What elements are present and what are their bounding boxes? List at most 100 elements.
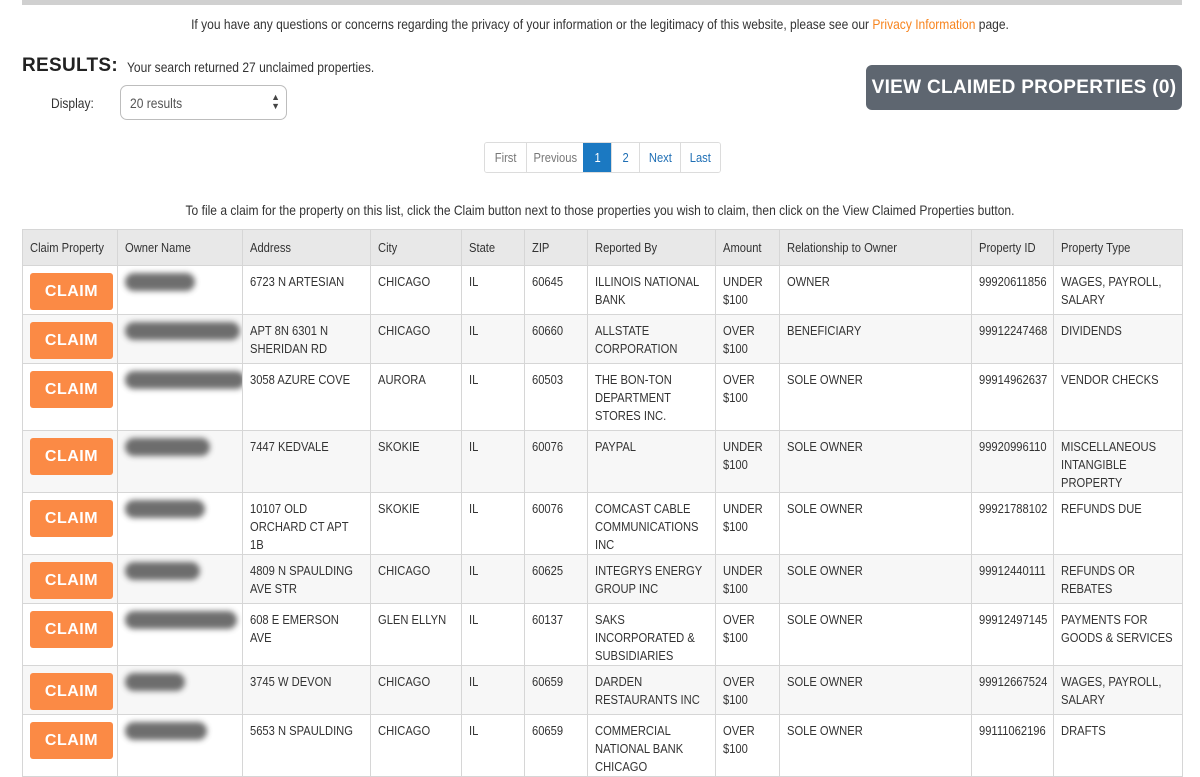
address-cell: 4809 N SPAULDING AVE STR: [242, 554, 371, 604]
claim-cell: CLAIM: [22, 603, 118, 666]
city-cell: CHICAGO: [370, 265, 462, 315]
claim-button[interactable]: CLAIM: [30, 500, 113, 537]
zip-cell: 60660: [524, 314, 588, 364]
page-2[interactable]: 2: [611, 143, 639, 172]
claim-button[interactable]: CLAIM: [30, 371, 113, 408]
page-next-label: Next: [648, 150, 672, 165]
claim-cell: CLAIM: [22, 714, 118, 777]
results-heading: RESULTS:: [22, 55, 118, 76]
owner-name-cell: [117, 714, 243, 777]
claim-button[interactable]: CLAIM: [30, 273, 113, 310]
amount-cell: UNDER $100: [715, 554, 780, 604]
claim-button[interactable]: CLAIM: [30, 438, 113, 475]
header-state: State: [461, 229, 525, 266]
amount-cell: OVER $100: [715, 603, 780, 666]
relationship-cell: SOLE OWNER: [779, 492, 972, 555]
privacy-information-link[interactable]: Privacy Information: [872, 16, 975, 32]
page-next[interactable]: Next: [639, 143, 680, 172]
reported-by-cell: COMCAST CABLE COMMUNICATIONS INC: [587, 492, 716, 555]
redacted-owner-name: [125, 500, 205, 518]
property-type-cell: VENDOR CHECKS: [1053, 363, 1183, 431]
table-row: CLAIM 7447 KEDVALE SKOKIE IL 60076 PAYPAL UNDE…: [22, 430, 1183, 493]
property-id-cell: 99920996110: [971, 430, 1054, 493]
address-cell: 3745 W DEVON: [242, 665, 371, 715]
view-claimed-properties-button[interactable]: VIEW CLAIMED PROPERTIES (0): [866, 65, 1182, 110]
state-cell: IL: [461, 492, 525, 555]
zip-cell: 60076: [524, 430, 588, 493]
relationship-cell: SOLE OWNER: [779, 665, 972, 715]
property-id-cell: 99912667524: [971, 665, 1054, 715]
zip-cell: 60659: [524, 665, 588, 715]
reported-by-cell: INTEGRYS ENERGY GROUP INC: [587, 554, 716, 604]
reported-by-cell: COMMERCIAL NATIONAL BANK CHICAGO: [587, 714, 716, 777]
claim-button[interactable]: CLAIM: [30, 611, 113, 648]
redacted-owner-name: [125, 722, 207, 740]
redacted-owner-name: [125, 673, 185, 691]
state-cell: IL: [461, 430, 525, 493]
claim-cell: CLAIM: [22, 430, 118, 493]
amount-cell: UNDER $100: [715, 265, 780, 315]
city-cell: CHICAGO: [370, 665, 462, 715]
header-reported-by: Reported By: [587, 229, 716, 266]
header-property-id: Property ID: [971, 229, 1054, 266]
amount-cell: UNDER $100: [715, 492, 780, 555]
city-cell: SKOKIE: [370, 492, 462, 555]
page-1[interactable]: 1: [583, 143, 611, 172]
claim-button[interactable]: CLAIM: [30, 562, 113, 599]
address-cell: 10107 OLD ORCHARD CT APT 1B: [242, 492, 371, 555]
page-1-label: 1: [594, 150, 601, 165]
address-cell: APT 8N 6301 N SHERIDAN RD: [242, 314, 371, 364]
city-cell: CHICAGO: [370, 554, 462, 604]
address-cell: 608 E EMERSON AVE: [242, 603, 371, 666]
header-claim-property: Claim Property: [22, 229, 118, 266]
property-id-cell: 99912247468: [971, 314, 1054, 364]
claim-instructions: To file a claim for the property on this…: [185, 202, 1015, 218]
page-previous[interactable]: Previous: [526, 143, 583, 172]
page-2-label: 2: [622, 150, 629, 165]
reported-by-cell: ALLSTATE CORPORATION: [587, 314, 716, 364]
address-cell: 3058 AZURE COVE: [242, 363, 371, 431]
property-id-cell: 99921788102: [971, 492, 1054, 555]
address-cell: 5653 N SPAULDING: [242, 714, 371, 777]
claim-button[interactable]: CLAIM: [30, 722, 113, 759]
amount-cell: OVER $100: [715, 363, 780, 431]
property-type-cell: MISCELLANEOUS INTANGIBLE PROPERTY: [1053, 430, 1183, 493]
reported-by-cell: SAKS INCORPORATED & SUBSIDIARIES: [587, 603, 716, 666]
zip-cell: 60137: [524, 603, 588, 666]
property-type-cell: REFUNDS OR REBATES: [1053, 554, 1183, 604]
header-property-type: Property Type: [1053, 229, 1183, 266]
property-type-cell: REFUNDS DUE: [1053, 492, 1183, 555]
display-label: Display:: [51, 95, 94, 111]
property-type-cell: DRAFTS: [1053, 714, 1183, 777]
claim-cell: CLAIM: [22, 265, 118, 315]
reported-by-cell: PAYPAL: [587, 430, 716, 493]
owner-name-cell: [117, 492, 243, 555]
claim-button[interactable]: CLAIM: [30, 673, 113, 710]
claim-button[interactable]: CLAIM: [30, 322, 113, 359]
reported-by-cell: DARDEN RESTAURANTS INC: [587, 665, 716, 715]
amount-cell: UNDER $100: [715, 430, 780, 493]
redacted-owner-name: [125, 562, 200, 580]
zip-cell: 60659: [524, 714, 588, 777]
property-type-cell: WAGES, PAYROLL, SALARY: [1053, 665, 1183, 715]
property-type-cell: DIVIDENDS: [1053, 314, 1183, 364]
state-cell: IL: [461, 363, 525, 431]
address-cell: 7447 KEDVALE: [242, 430, 371, 493]
redacted-owner-name: [125, 322, 240, 340]
claim-cell: CLAIM: [22, 554, 118, 604]
city-cell: CHICAGO: [370, 314, 462, 364]
owner-name-cell: [117, 430, 243, 493]
page-first[interactable]: First: [485, 143, 526, 172]
owner-name-cell: [117, 265, 243, 315]
redacted-owner-name: [125, 371, 242, 389]
select-arrows-icon: ▲ ▼: [271, 92, 280, 111]
property-type-cell: WAGES, PAYROLL, SALARY: [1053, 265, 1183, 315]
relationship-cell: OWNER: [779, 265, 972, 315]
page-previous-label: Previous: [533, 150, 577, 165]
table-row: CLAIM APT 8N 6301 N SHERIDAN RD CHICAGO IL 6…: [22, 314, 1183, 364]
state-cell: IL: [461, 265, 525, 315]
display-count-select[interactable]: 20 results ▲ ▼: [120, 85, 287, 120]
display-count-value: 20 results: [130, 95, 183, 111]
page-last[interactable]: Last: [680, 143, 720, 172]
address-cell: 6723 N ARTESIAN: [242, 265, 371, 315]
